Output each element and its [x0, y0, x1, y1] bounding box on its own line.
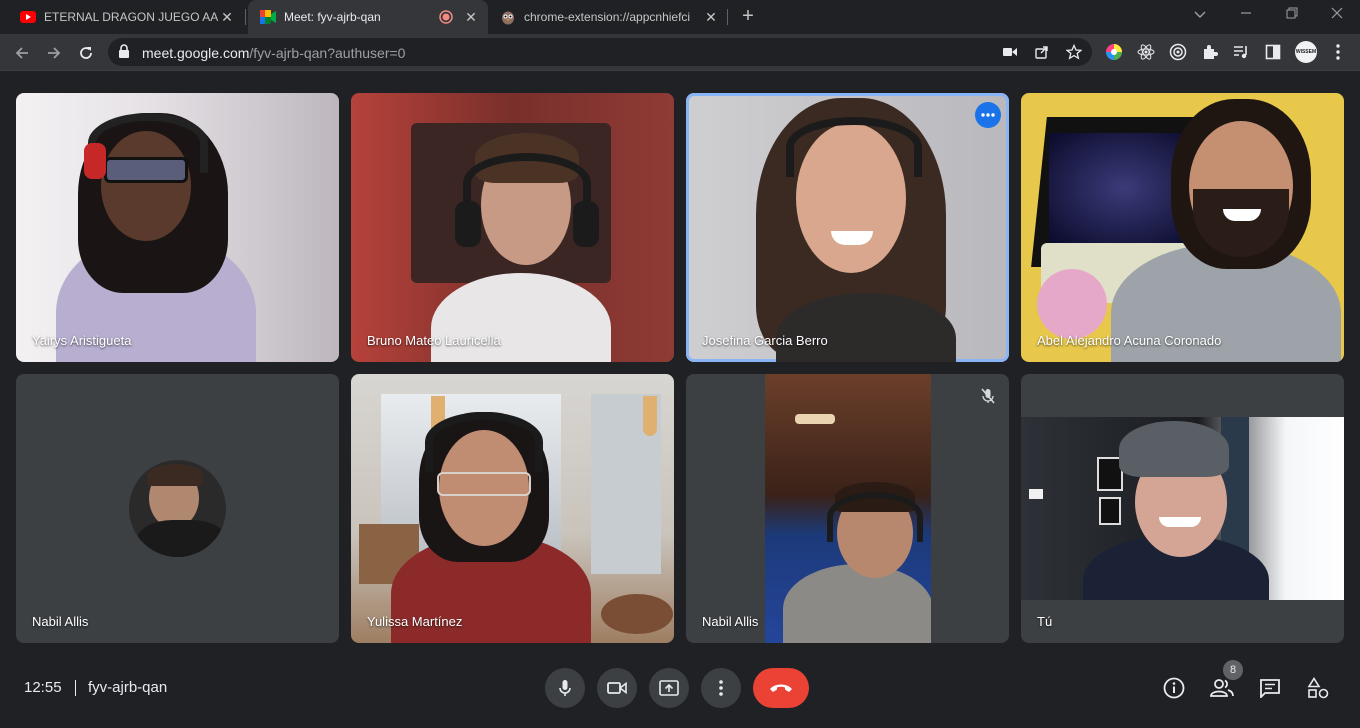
activities-icon[interactable] [1306, 676, 1330, 700]
hang-up-icon [770, 684, 792, 692]
browser-toolbar: meet.google.com/fyv-ajrb-qan?authuser=0 … [0, 34, 1360, 71]
tab-meet[interactable]: Meet: fyv-ajrb-qan ✕ [248, 0, 488, 34]
tab-youtube[interactable]: ETERNAL DRAGON JUEGO AAA+ ✕ [8, 0, 244, 34]
participant-count-badge: 8 [1223, 660, 1243, 680]
present-screen-button[interactable] [649, 668, 689, 708]
participant-name: Yairys Aristigueta [32, 333, 132, 348]
participant-video [16, 93, 339, 362]
meeting-details-icon[interactable] [1162, 676, 1186, 700]
more-vert-icon [719, 680, 723, 696]
address-bar[interactable]: meet.google.com/fyv-ajrb-qan?authuser=0 [108, 38, 1092, 66]
participant-tile-self[interactable]: Tú [1021, 374, 1344, 643]
avatar [129, 460, 226, 557]
bookmark-star-icon[interactable] [1065, 43, 1083, 61]
divider [75, 680, 76, 696]
present-screen-icon [659, 680, 679, 696]
participant-name: Nabil Allis [32, 614, 89, 629]
participant-name: Bruno Mateo Lauricella [367, 333, 501, 348]
url-host: meet.google.com [142, 45, 250, 61]
forward-icon[interactable] [41, 40, 67, 66]
participant-tile[interactable]: Josefina Garcia Berro [686, 93, 1009, 362]
browser-tab-bar: ETERNAL DRAGON JUEGO AAA+ ✕ Meet: fyv-aj… [0, 0, 1360, 34]
participant-video [351, 374, 674, 643]
participant-video [1021, 93, 1344, 362]
reload-icon[interactable] [73, 40, 99, 66]
participant-tile[interactable]: Nabil Allis [16, 374, 339, 643]
close-tab-icon[interactable]: ✕ [218, 8, 236, 26]
recording-icon [438, 9, 454, 25]
restore-icon[interactable] [1280, 4, 1304, 28]
profile-avatar[interactable]: WISSEM [1295, 41, 1317, 63]
camera-button[interactable] [597, 668, 637, 708]
share-icon[interactable] [1033, 43, 1051, 61]
react-devtools-extension-icon[interactable] [1136, 42, 1156, 62]
participant-name: Abel Alejandro Acuna Coronado [1037, 333, 1222, 348]
mic-muted-icon [975, 383, 1001, 409]
video-camera-icon [607, 681, 627, 695]
participant-tile[interactable]: Yulissa Martínez [351, 374, 674, 643]
record-extension-icon[interactable] [1168, 42, 1188, 62]
media-controls-icon[interactable] [1231, 42, 1251, 62]
tab-extension[interactable]: chrome-extension://appcnhiefci ✕ [492, 0, 728, 34]
close-tab-icon[interactable]: ✕ [462, 8, 480, 26]
chat-icon[interactable] [1258, 676, 1282, 700]
close-window-icon[interactable] [1325, 4, 1349, 28]
participant-video [351, 93, 674, 362]
participant-tile[interactable]: Nabil Allis [686, 374, 1009, 643]
back-icon[interactable] [9, 40, 35, 66]
tab-separator [245, 9, 246, 25]
participant-video [765, 374, 931, 643]
more-options-button[interactable] [701, 668, 741, 708]
participant-tile[interactable]: Yairys Aristigueta [16, 93, 339, 362]
owl-extension-icon [500, 9, 516, 25]
url-text: meet.google.com/fyv-ajrb-qan?authuser=0 [142, 45, 405, 61]
tab-separator [727, 9, 728, 25]
tab-title: Meet: fyv-ajrb-qan [284, 10, 381, 24]
browser-menu-icon[interactable] [1328, 42, 1348, 62]
camera-in-use-icon[interactable] [1001, 43, 1019, 61]
close-tab-icon[interactable]: ✕ [702, 8, 720, 26]
youtube-icon [20, 9, 36, 25]
meeting-clock: 12:55 [24, 679, 62, 696]
microphone-button[interactable] [545, 668, 585, 708]
side-panel-icon[interactable] [1263, 42, 1283, 62]
color-picker-extension-icon[interactable] [1104, 42, 1124, 62]
participant-name: Nabil Allis [702, 614, 759, 629]
new-tab-icon[interactable]: + [736, 5, 760, 29]
participant-video [1021, 417, 1344, 600]
microphone-icon [559, 680, 571, 696]
meeting-code: fyv-ajrb-qan [88, 679, 168, 696]
url-path: /fyv-ajrb-qan?authuser=0 [249, 45, 406, 61]
participant-video [686, 93, 1009, 362]
meet-icon [260, 9, 276, 25]
participant-name: Tú [1037, 614, 1053, 629]
tab-title: chrome-extension://appcnhiefci [524, 10, 691, 24]
extensions-puzzle-icon[interactable] [1200, 42, 1220, 62]
tab-title: ETERNAL DRAGON JUEGO AAA+ [44, 10, 218, 24]
more-options-icon[interactable] [975, 102, 1001, 128]
leave-call-button[interactable] [753, 668, 809, 708]
participant-name: Josefina Garcia Berro [702, 333, 828, 348]
tab-search-icon[interactable] [1188, 4, 1212, 28]
lock-icon[interactable] [118, 44, 130, 63]
minimize-icon[interactable] [1234, 4, 1258, 28]
participant-name: Yulissa Martínez [367, 614, 463, 629]
participant-tile[interactable]: Abel Alejandro Acuna Coronado [1021, 93, 1344, 362]
participant-tile[interactable]: Bruno Mateo Lauricella [351, 93, 674, 362]
